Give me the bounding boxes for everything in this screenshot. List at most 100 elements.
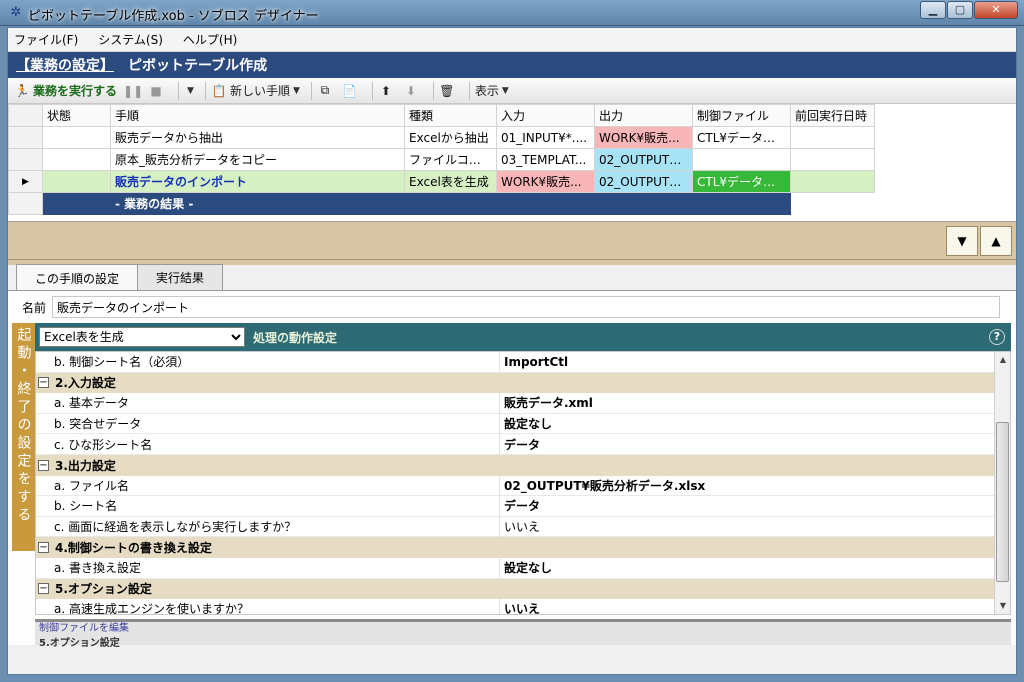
property-row[interactable]: b. シート名 データ [36,496,1010,517]
property-category[interactable]: −4.制御シートの書き換え設定 [36,537,994,558]
scroll-up-icon[interactable]: ▲ [995,352,1010,368]
move-step-up-button[interactable]: ▲ [980,226,1012,256]
collapse-icon[interactable]: − [38,377,49,389]
table-row-selected[interactable]: ▶ 販売データのインポート Excel表を生成 WORK¥販売... 02_OU… [8,170,875,193]
property-row[interactable]: c. 画面に経過を表示しながら実行しますか？ いいえ [36,516,1010,538]
move-up-button[interactable]: ⬆ [378,84,397,98]
result-row[interactable]: - 業務の結果 - [8,192,875,215]
property-value[interactable]: 設定なし [500,414,1010,435]
move-down-button[interactable]: ⬇ [403,84,422,98]
minimize-button[interactable]: ▁ [920,1,946,19]
scroll-down-icon[interactable]: ▼ [995,598,1010,614]
output-cell: WORK¥販売... [594,126,693,149]
property-value[interactable]: 設定なし [500,558,1010,579]
column-header[interactable]: 状態 [42,104,111,127]
table-row[interactable]: 原本_販売分析データをコピー ファイルコピー 03_TEMPLAT... 02_… [8,148,875,171]
property-row[interactable]: b. 制御シート名（必須） ImportCtl [36,352,1010,373]
property-category[interactable]: −3.出力設定 [36,454,994,476]
copy-button[interactable]: ⧉ [317,83,336,98]
edit-control-file-link[interactable]: 制御ファイルを編集 [39,619,129,634]
process-type-select[interactable]: Excel表を生成 [39,327,245,347]
name-input[interactable] [52,296,1001,318]
title-bar: ✲ ピボットテーブル作成.xob - ソブロス デザイナー ▁ ▢ ✕ [0,0,1024,26]
paste-button[interactable]: 📄 [342,84,361,98]
delete-button[interactable]: 🗑 [439,84,458,98]
view-menu-button[interactable]: 表示 ▼ [475,82,509,99]
stop-button[interactable]: ■ [148,84,167,98]
property-value[interactable]: データ [500,434,1010,455]
property-value[interactable]: いいえ [500,599,1010,614]
menu-help[interactable]: ヘルプ(H) [183,31,237,48]
close-button[interactable]: ✕ [974,1,1018,19]
menu-file[interactable]: ファイル(F) [14,31,78,48]
property-row[interactable]: c. ひな形シート名 データ [36,434,1010,455]
tab-step-settings[interactable]: この手順の設定 [16,264,139,290]
chevron-down-icon: ▼ [501,85,509,96]
row-header[interactable] [8,126,43,149]
result-label: - 業務の結果 - [110,192,405,215]
collapse-icon[interactable]: − [38,542,49,554]
property-row[interactable]: a. 書き換え設定 設定なし [36,557,1010,579]
property-key: a. ファイル名 [36,475,500,497]
app-window: ファイル(F) システム(S) ヘルプ(H) 【業務の設定】 ピボットテーブル作… [7,27,1017,675]
property-category[interactable]: −2.入力設定 [36,372,994,394]
collapse-icon[interactable]: − [38,583,49,595]
property-row[interactable]: a. ファイル名 02_OUTPUT¥販売分析データ.xlsx [36,475,1010,497]
name-label: 名前 [22,300,47,315]
window-title: ピボットテーブル作成.xob - ソブロス デザイナー [28,9,319,24]
step-cell[interactable]: 販売データのインポート [110,170,405,193]
input-cell: WORK¥販売... [496,170,595,193]
column-header[interactable]: 制御ファイル [692,104,791,127]
property-key: c. 画面に経過を表示しながら実行しますか？ [36,516,500,538]
breadcrumb-link[interactable]: 【業務の設定】 [16,55,114,75]
property-value[interactable]: ImportCtl [500,352,1010,373]
column-header[interactable]: 手順 [110,104,405,127]
bottom-strip: 制御ファイルを編集 5.オプション設定 [35,619,1011,649]
side-tab-startup-settings[interactable]: 起動・終了の設定をする [12,323,35,551]
new-step-button[interactable]: 📋 新しい手順 ▼ [211,82,299,99]
column-header[interactable]: 種類 [404,104,497,127]
column-header[interactable]: 入力 [496,104,595,127]
category-label: 5.オプション設定 [55,582,152,597]
move-step-down-button[interactable]: ▼ [946,226,978,256]
menu-bar: ファイル(F) システム(S) ヘルプ(H) [8,28,1016,52]
arrow-up-icon: ⬆ [380,83,391,98]
name-row: 名前 [8,291,1016,323]
column-header[interactable]: 出力 [594,104,693,127]
property-row[interactable]: a. 高速生成エンジンを使いますか？ いいえ [36,599,1010,614]
copy-icon: ⧉ [320,83,330,97]
vertical-scrollbar[interactable]: ▲ ▼ [994,352,1010,614]
help-icon[interactable]: ? [989,329,1005,345]
property-category[interactable]: −5.オプション設定 [36,578,994,600]
property-value[interactable]: 02_OUTPUT¥販売分析データ.xlsx [500,476,1010,497]
scrollbar-thumb[interactable] [996,422,1009,582]
collapse-icon[interactable]: − [38,459,49,471]
run-button[interactable]: 🏃 業務を実行する [14,82,118,99]
app-icon: ✲ [10,5,22,20]
row-pointer-icon[interactable]: ▶ [8,170,43,193]
property-key: a. 基本データ [36,393,500,414]
tab-strip: この手順の設定 実行結果 [8,264,1016,291]
table-row[interactable]: 販売データから抽出 Excelから抽出 01_INPUT¥*.... WORK¥… [8,126,875,149]
property-value[interactable]: データ [500,496,1010,517]
property-value[interactable]: いいえ [500,517,1010,538]
steps-grid: 状態 手順 種類 入力 出力 制御ファイル 前回実行日時 販売データから抽出 E… [8,104,1016,222]
property-row[interactable]: a. 基本データ 販売データ.xml [36,393,1010,414]
chevron-down-icon: ▼ [187,85,194,96]
page-title: ピボットテーブル作成 [128,58,268,74]
run-options-dropdown[interactable]: ▼ [184,86,194,96]
row-header[interactable] [8,148,43,171]
column-header[interactable]: 前回実行日時 [790,104,875,127]
pause-button[interactable]: ❚❚ [123,84,143,98]
property-row[interactable]: b. 突合せデータ 設定なし [36,413,1010,435]
menu-system[interactable]: システム(S) [98,31,163,48]
description-title: 5.オプション設定 [39,638,120,649]
step-cell[interactable]: 原本_販売分析データをコピー [110,148,405,171]
step-cell[interactable]: 販売データから抽出 [110,126,405,149]
property-value[interactable]: 販売データ.xml [500,393,1010,414]
grid-header-row: 状態 手順 種類 入力 出力 制御ファイル 前回実行日時 [8,104,875,127]
property-key: a. 高速生成エンジンを使いますか？ [36,599,500,614]
state-cell [42,170,111,193]
maximize-button[interactable]: ▢ [947,1,973,19]
tab-run-results[interactable]: 実行結果 [137,264,224,290]
